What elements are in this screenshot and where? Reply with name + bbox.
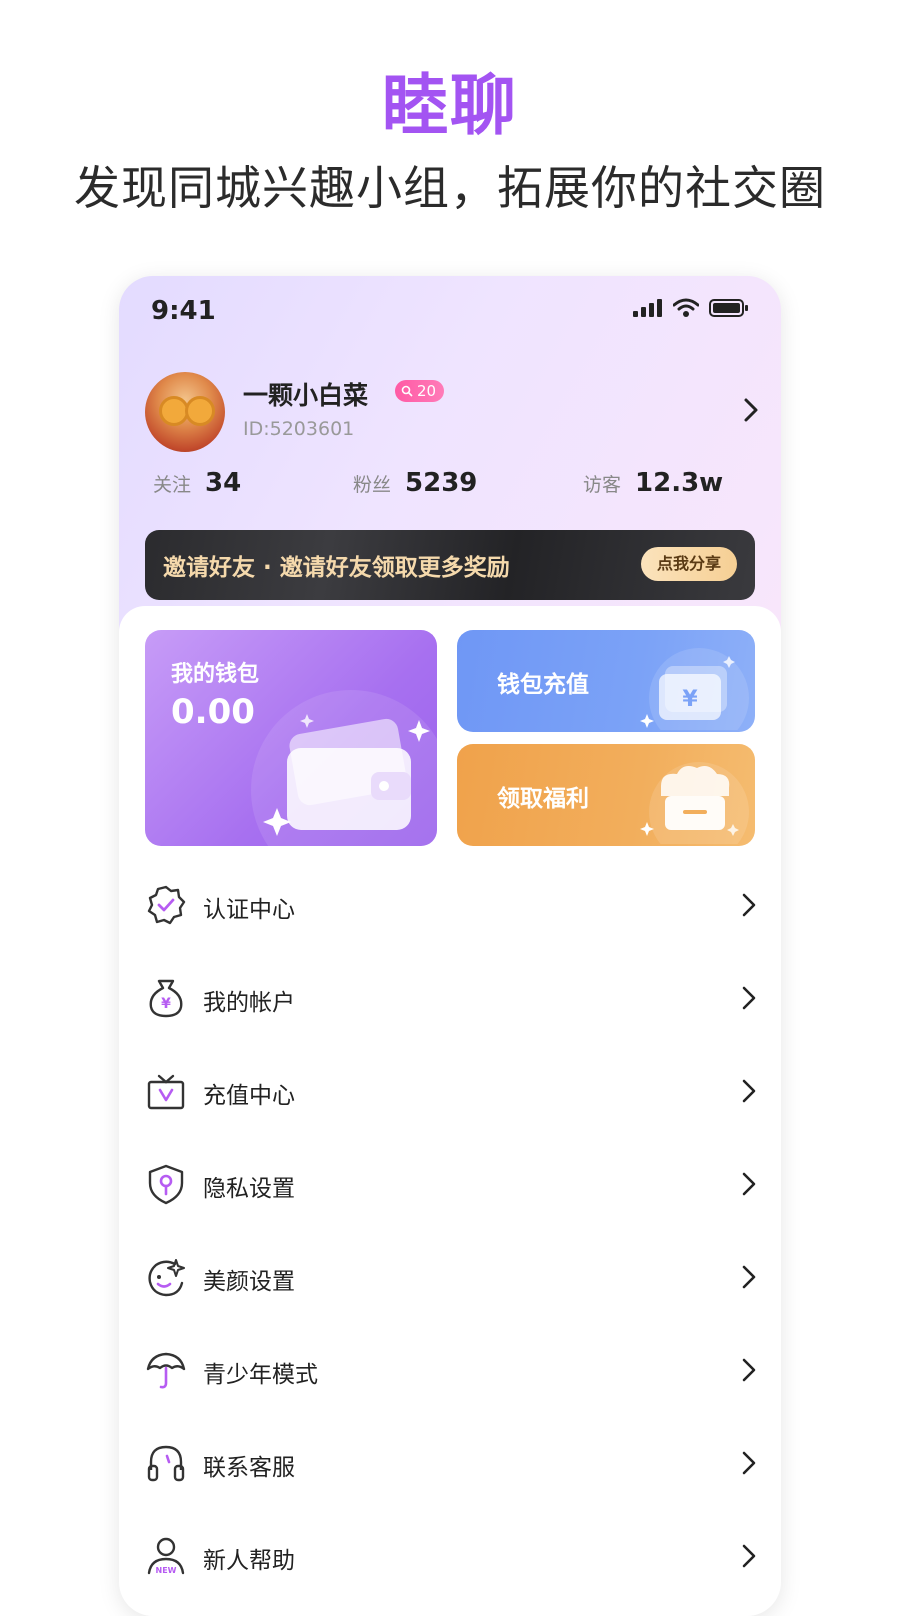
gift-box-icon [640, 762, 749, 844]
menu-item-label: 美颜设置 [203, 1269, 295, 1295]
settings-menu: 认证中心 ¥ 我的帐户 充值中心 隐私设置 美颜设置 青少年模式 联系客服 NE… [119, 858, 781, 1602]
money-bag-icon: ¥ [149, 979, 183, 1018]
menu-item-privacy[interactable]: 隐私设置 [119, 1137, 781, 1230]
svg-text:¥: ¥ [161, 996, 171, 1012]
yuan-card-icon: ¥ [640, 648, 749, 730]
stat-value: 34 [205, 468, 242, 498]
chevron-right-icon [742, 1079, 756, 1103]
menu-item-label: 认证中心 [203, 897, 295, 923]
shield-key-icon [148, 1164, 184, 1205]
recharge-label: 钱包充值 [497, 672, 589, 698]
welfare-card[interactable]: 领取福利 [457, 744, 755, 846]
menu-item-label: 我的帐户 [203, 990, 295, 1016]
menu-item-label: 充值中心 [203, 1083, 295, 1109]
menu-item-newbie-help[interactable]: NEW 新人帮助 [119, 1509, 781, 1602]
chevron-right-icon [742, 1358, 756, 1382]
chevron-right-icon [742, 1451, 756, 1475]
stat-visitors[interactable]: 访客 12.3w [583, 468, 723, 498]
wifi-icon [673, 298, 699, 317]
signal-icon [633, 299, 662, 317]
invite-banner[interactable]: 邀请好友 · 邀请好友领取更多奖励 点我分享 [145, 530, 755, 600]
status-icons [633, 298, 749, 318]
stat-label: 访客 [583, 474, 622, 496]
wallet-icon [251, 690, 437, 846]
recharge-card[interactable]: 钱包充值 ¥ [457, 630, 755, 732]
battery-icon [709, 299, 748, 317]
main-content: 我的钱包 0.00 钱包充值 ¥ 领取福利 认证中心 ¥ 我的帐户 充值中心 隐… [119, 606, 781, 1616]
chevron-right-icon [742, 1544, 756, 1568]
stat-value: 5239 [405, 468, 478, 498]
level-badge: 20 [395, 380, 445, 402]
avatar[interactable] [145, 372, 225, 452]
chevron-right-icon [742, 986, 756, 1010]
menu-item-label: 隐私设置 [203, 1176, 295, 1202]
stat-value: 12.3w [635, 468, 724, 498]
welfare-label: 领取福利 [497, 786, 589, 812]
chevron-right-icon [742, 893, 756, 917]
headset-icon [147, 1445, 185, 1482]
umbrella-icon [146, 1352, 186, 1389]
chevron-right-icon [742, 1265, 756, 1289]
share-button[interactable]: 点我分享 [640, 547, 737, 581]
promo-subtitle: 发现同城兴趣小组，拓展你的社交圈 [74, 161, 826, 215]
menu-item-verification[interactable]: 认证中心 [119, 858, 781, 951]
menu-item-recharge[interactable]: 充值中心 [119, 1044, 781, 1137]
stat-following[interactable]: 关注 34 [153, 468, 241, 498]
phone-frame: 9:41 一颗小白菜 20 ID:5203601 关注 34 粉丝 5239 访… [119, 276, 781, 1616]
menu-item-label: 联系客服 [203, 1455, 295, 1481]
menu-item-label: 青少年模式 [203, 1362, 318, 1388]
invite-text: 邀请好友 · 邀请好友领取更多奖励 [163, 555, 510, 581]
menu-item-beauty[interactable]: 美颜设置 [119, 1230, 781, 1323]
level-value: 20 [417, 382, 437, 400]
wallet-title: 我的钱包 [171, 662, 260, 687]
svg-text:¥: ¥ [682, 687, 698, 712]
menu-item-youth-mode[interactable]: 青少年模式 [119, 1323, 781, 1416]
promo-title: 睦聊 [382, 67, 518, 144]
stat-label: 粉丝 [353, 474, 392, 496]
user-id: ID:5203601 [243, 418, 355, 440]
chevron-right-icon [742, 1172, 756, 1196]
svg-text:NEW: NEW [156, 1566, 177, 1575]
menu-item-label: 新人帮助 [203, 1548, 295, 1574]
username: 一颗小白菜 [243, 381, 369, 410]
profile-chevron-icon[interactable] [741, 396, 761, 428]
menu-item-customer-service[interactable]: 联系客服 [119, 1416, 781, 1509]
badge-check-icon [147, 885, 186, 925]
stat-label: 关注 [153, 474, 192, 496]
avatar-decoration [185, 396, 215, 426]
status-time: 9:41 [151, 296, 216, 326]
menu-item-account[interactable]: ¥ 我的帐户 [119, 951, 781, 1044]
beauty-face-icon [148, 1259, 185, 1297]
wallet-card[interactable]: 我的钱包 0.00 [145, 630, 437, 846]
stat-fans[interactable]: 粉丝 5239 [353, 468, 477, 498]
new-user-icon: NEW [147, 1537, 185, 1575]
search-level-icon [401, 385, 413, 397]
tv-recharge-icon [147, 1074, 185, 1110]
